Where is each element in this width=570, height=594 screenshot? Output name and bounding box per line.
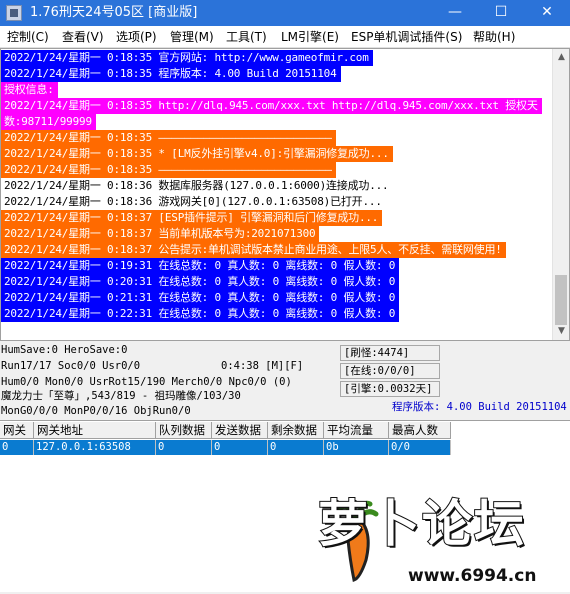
scroll-down-icon[interactable]: ▼ [553, 323, 569, 340]
log-line: 2022/1/24/星期一 0:18:35 官方网站: http://www.g… [1, 50, 373, 66]
col-max[interactable]: 最高人数 [389, 422, 451, 439]
refresh-box: [刷怪:4474] [340, 345, 440, 361]
cell-gateway: 0 [0, 440, 34, 455]
log-line: 2022/1/24/星期一 0:18:35 ——————————————————… [1, 130, 336, 146]
scroll-up-icon[interactable]: ▲ [553, 49, 569, 66]
log-line: 2022/1/24/星期一 0:22:31 在线总数: 0 真人数: 0 离线数… [1, 306, 399, 322]
cell-remain: 0 [268, 440, 324, 455]
window-title: 1.76刑天24号05区 [商业版] [30, 5, 198, 20]
watermark-logo: 萝卜论坛 www.6994.cn [317, 490, 568, 590]
maximize-button[interactable]: ☐ [478, 0, 524, 26]
log-line: 2022/1/24/星期一 0:18:37 [ESP插件提示] 引擎漏洞和后门修… [1, 210, 382, 226]
log-line: 2022/1/24/星期一 0:18:37 公告提示:单机调试版本禁止商业用途、… [1, 242, 506, 258]
minimize-button[interactable]: — [432, 0, 478, 26]
menu-control[interactable]: 控制(C) [7, 29, 49, 45]
watermark-url: www.6994.cn [408, 566, 537, 586]
cell-sent: 0 [212, 440, 268, 455]
status-uptime: 0:4:38 [M][F] [221, 360, 304, 372]
col-remain[interactable]: 剩余数据 [268, 422, 324, 439]
log-line: 2022/1/24/星期一 0:19:31 在线总数: 0 真人数: 0 离线数… [1, 258, 399, 274]
cell-traffic: 0b [324, 440, 389, 455]
status-mong: MonG0/0/0 MonP0/0/16 ObjRun0/0 [1, 405, 191, 417]
log-line: 2022/1/24/星期一 0:18:35 http://dlq.945.com… [1, 98, 542, 114]
log-line: 2022/1/24/星期一 0:18:37 当前单机版本号为:202107130… [1, 226, 319, 242]
log-line: 数:98711/99999 [1, 114, 96, 130]
log-line: 2022/1/24/星期一 0:18:36 数据库服务器(127.0.0.1:6… [4, 179, 389, 192]
cell-queue: 0 [156, 440, 212, 455]
col-gateway[interactable]: 网关 [0, 422, 34, 439]
log-line: 2022/1/24/星期一 0:20:31 在线总数: 0 真人数: 0 离线数… [1, 274, 399, 290]
col-sent[interactable]: 发送数据 [212, 422, 268, 439]
log-line: 2022/1/24/星期一 0:18:35 * [LM反外挂引擎v4.0]:引擎… [1, 146, 393, 162]
log-scrollbar[interactable]: ▲ ▼ [552, 49, 569, 340]
col-traffic[interactable]: 平均流量 [324, 422, 389, 439]
status-run: Run17/17 Soc0/0 Usr0/0 [1, 360, 141, 372]
col-queue[interactable]: 队列数据 [156, 422, 212, 439]
menu-tools[interactable]: 工具(T) [226, 29, 267, 45]
cell-address: 127.0.0.1:63508 [34, 440, 156, 455]
menu-esp-plugin[interactable]: ESP单机调试插件(S) [351, 29, 462, 45]
menu-bar: 控制(C) 查看(V) 选项(P) 管理(M) 工具(T) LM引擎(E) ES… [0, 26, 570, 48]
log-panel[interactable]: 2022/1/24/星期一 0:18:35 官方网站: http://www.g… [0, 48, 570, 341]
version-label: 程序版本: 4.00 Build 20151104 [392, 401, 567, 413]
log-line: 2022/1/24/星期一 0:18:35 程序版本: 4.00 Build 2… [1, 66, 341, 82]
title-bar: 1.76刑天24号05区 [商业版] — ☐ ✕ [0, 0, 570, 26]
menu-lm-engine[interactable]: LM引擎(E) [281, 29, 339, 45]
log-line: 授权信息: [1, 82, 58, 98]
status-monster: 魔龙力士「至尊」,543/819 - 祖玛雕像/103/30 [1, 390, 241, 402]
menu-options[interactable]: 选项(P) [116, 29, 157, 45]
cell-max: 0/0 [389, 440, 451, 455]
engine-box: [引擎:0.0032天] [340, 381, 440, 397]
menu-view[interactable]: 查看(V) [62, 29, 104, 45]
menu-manage[interactable]: 管理(M) [170, 29, 214, 45]
log-line: 2022/1/24/星期一 0:18:35 ——————————————————… [1, 162, 336, 178]
status-humsave: HumSave:0 HeroSave:0 [1, 344, 128, 356]
menu-help[interactable]: 帮助(H) [473, 29, 515, 45]
col-address[interactable]: 网关地址 [34, 422, 156, 439]
app-icon [6, 5, 22, 21]
log-line: 2022/1/24/星期一 0:18:36 游戏网关[0](127.0.0.1:… [4, 195, 382, 208]
watermark-title: 萝卜论坛 [317, 494, 526, 554]
status-hum: Hum0/0 Mon0/0 UsrRot15/190 Merch0/0 Npc0… [1, 376, 292, 388]
scroll-thumb[interactable] [555, 275, 567, 325]
log-line: 2022/1/24/星期一 0:21:31 在线总数: 0 真人数: 0 离线数… [1, 290, 399, 306]
close-button[interactable]: ✕ [524, 0, 570, 26]
online-box: [在线:0/0/0] [340, 363, 440, 379]
